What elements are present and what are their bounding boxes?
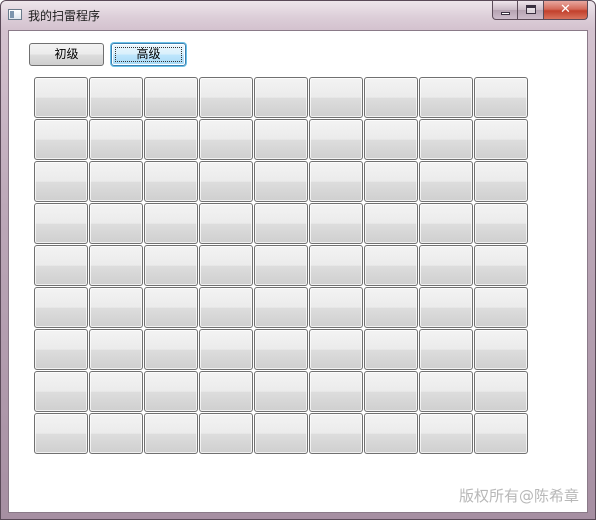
mine-cell[interactable]: [89, 119, 143, 160]
hard-level-button[interactable]: 高级: [111, 43, 186, 66]
mine-cell[interactable]: [89, 371, 143, 412]
mine-cell[interactable]: [34, 245, 88, 286]
mine-cell[interactable]: [474, 371, 528, 412]
mine-cell[interactable]: [144, 119, 198, 160]
minimize-icon: [501, 12, 510, 15]
mine-cell[interactable]: [364, 161, 418, 202]
mine-cell[interactable]: [89, 203, 143, 244]
mine-cell[interactable]: [254, 203, 308, 244]
mine-cell[interactable]: [144, 371, 198, 412]
mine-cell[interactable]: [474, 245, 528, 286]
app-window: 我的扫雷程序 ✕ 初级 高级 版权所有@陈希章: [0, 0, 596, 520]
mine-cell[interactable]: [419, 329, 473, 370]
mine-cell[interactable]: [419, 161, 473, 202]
mine-cell[interactable]: [199, 245, 253, 286]
client-area: 初级 高级 版权所有@陈希章: [8, 30, 588, 513]
hard-level-label: 高级: [136, 47, 161, 61]
mine-cell[interactable]: [474, 203, 528, 244]
easy-level-button[interactable]: 初级: [29, 43, 104, 66]
mine-cell[interactable]: [254, 329, 308, 370]
mine-cell[interactable]: [144, 203, 198, 244]
mine-cell[interactable]: [254, 119, 308, 160]
mine-cell[interactable]: [419, 203, 473, 244]
mine-cell[interactable]: [309, 329, 363, 370]
mine-cell[interactable]: [144, 329, 198, 370]
minefield-grid: [34, 77, 528, 454]
mine-cell[interactable]: [89, 413, 143, 454]
mine-cell[interactable]: [419, 77, 473, 118]
mine-cell[interactable]: [254, 161, 308, 202]
mine-cell[interactable]: [364, 287, 418, 328]
mine-cell[interactable]: [144, 287, 198, 328]
mine-cell[interactable]: [199, 203, 253, 244]
mine-cell[interactable]: [34, 203, 88, 244]
window-title: 我的扫雷程序: [28, 9, 101, 23]
close-icon: ✕: [560, 2, 571, 17]
mine-cell[interactable]: [34, 287, 88, 328]
mine-cell[interactable]: [199, 119, 253, 160]
mine-cell[interactable]: [309, 287, 363, 328]
mine-cell[interactable]: [254, 413, 308, 454]
mine-cell[interactable]: [89, 329, 143, 370]
mine-cell[interactable]: [364, 245, 418, 286]
mine-cell[interactable]: [309, 413, 363, 454]
mine-cell[interactable]: [34, 329, 88, 370]
mine-cell[interactable]: [34, 119, 88, 160]
copyright-watermark: 版权所有@陈希章: [458, 487, 579, 505]
mine-cell[interactable]: [199, 413, 253, 454]
mine-cell[interactable]: [309, 119, 363, 160]
mine-cell[interactable]: [474, 329, 528, 370]
mine-cell[interactable]: [309, 203, 363, 244]
window-app-icon[interactable]: [8, 9, 22, 20]
mine-cell[interactable]: [364, 77, 418, 118]
mine-cell[interactable]: [199, 287, 253, 328]
mine-cell[interactable]: [89, 161, 143, 202]
mine-cell[interactable]: [419, 413, 473, 454]
mine-cell[interactable]: [474, 77, 528, 118]
mine-cell[interactable]: [474, 119, 528, 160]
maximize-button[interactable]: [518, 1, 544, 20]
mine-cell[interactable]: [419, 371, 473, 412]
mine-cell[interactable]: [419, 245, 473, 286]
mine-cell[interactable]: [309, 245, 363, 286]
mine-cell[interactable]: [89, 245, 143, 286]
mine-cell[interactable]: [474, 287, 528, 328]
mine-cell[interactable]: [89, 287, 143, 328]
mine-cell[interactable]: [364, 329, 418, 370]
mine-cell[interactable]: [254, 245, 308, 286]
mine-cell[interactable]: [419, 119, 473, 160]
mine-cell[interactable]: [309, 371, 363, 412]
mine-cell[interactable]: [419, 287, 473, 328]
mine-cell[interactable]: [199, 371, 253, 412]
mine-cell[interactable]: [364, 119, 418, 160]
mine-cell[interactable]: [34, 161, 88, 202]
minimize-button[interactable]: [492, 1, 518, 20]
mine-cell[interactable]: [474, 413, 528, 454]
mine-cell[interactable]: [364, 371, 418, 412]
caption-buttons: ✕: [492, 1, 588, 21]
mine-cell[interactable]: [254, 371, 308, 412]
mine-cell[interactable]: [34, 413, 88, 454]
maximize-icon: [526, 5, 536, 14]
mine-cell[interactable]: [199, 77, 253, 118]
close-button[interactable]: ✕: [544, 1, 588, 20]
mine-cell[interactable]: [309, 161, 363, 202]
mine-cell[interactable]: [364, 203, 418, 244]
mine-cell[interactable]: [34, 371, 88, 412]
mine-cell[interactable]: [364, 413, 418, 454]
mine-cell[interactable]: [34, 77, 88, 118]
mine-cell[interactable]: [144, 413, 198, 454]
mine-cell[interactable]: [144, 77, 198, 118]
mine-cell[interactable]: [199, 329, 253, 370]
mine-cell[interactable]: [144, 161, 198, 202]
mine-cell[interactable]: [89, 77, 143, 118]
mine-cell[interactable]: [254, 77, 308, 118]
title-bar[interactable]: 我的扫雷程序 ✕: [1, 1, 595, 29]
mine-cell[interactable]: [309, 77, 363, 118]
mine-cell[interactable]: [199, 161, 253, 202]
mine-cell[interactable]: [144, 245, 198, 286]
mine-cell[interactable]: [474, 161, 528, 202]
mine-cell[interactable]: [254, 287, 308, 328]
